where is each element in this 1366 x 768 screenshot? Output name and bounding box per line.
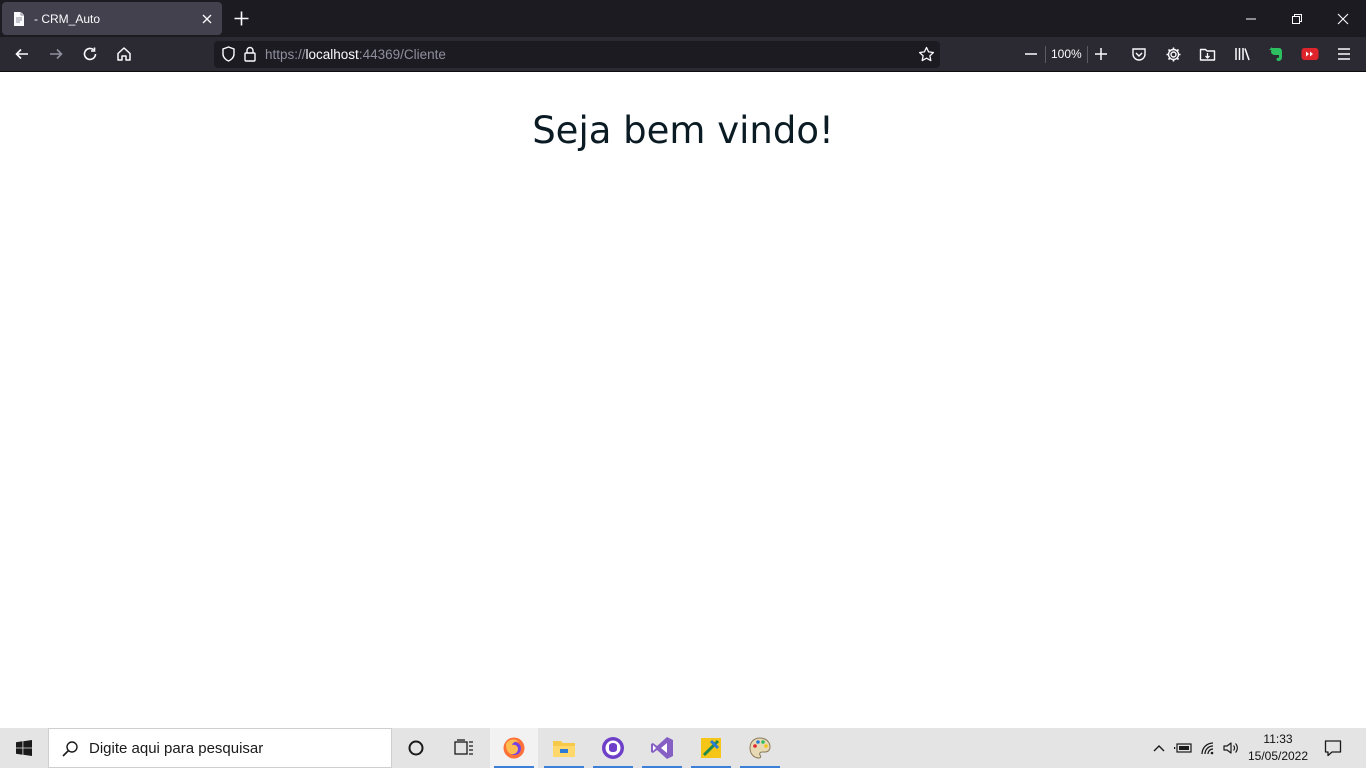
forward-arrow-icon bbox=[50, 48, 63, 60]
speaker-icon bbox=[1223, 742, 1238, 754]
navigation-toolbar: https://localhost:44369/Cliente 100% bbox=[0, 37, 1366, 72]
library-icon bbox=[1234, 48, 1250, 61]
notification-icon bbox=[1324, 740, 1342, 757]
page-icon bbox=[14, 12, 24, 26]
battery-button[interactable] bbox=[1172, 728, 1194, 768]
tab-title: - CRM_Auto bbox=[34, 12, 101, 26]
home-icon bbox=[117, 47, 131, 61]
zoom-divider bbox=[1045, 46, 1046, 63]
restore-button[interactable] bbox=[1274, 0, 1320, 37]
video-extension-icon bbox=[1301, 48, 1319, 60]
volume-button[interactable] bbox=[1220, 728, 1242, 768]
plus-icon[interactable] bbox=[233, 10, 250, 27]
minus-icon bbox=[1025, 53, 1037, 55]
settings-button[interactable] bbox=[1158, 37, 1188, 71]
zoom-level[interactable]: 100% bbox=[1051, 47, 1082, 61]
task-view-icon bbox=[454, 739, 473, 755]
paint-icon bbox=[749, 737, 771, 759]
clock-date: 15/05/2022 bbox=[1247, 749, 1309, 763]
minimize-icon bbox=[1246, 18, 1256, 19]
url-text[interactable]: https://localhost:44369/Cliente bbox=[265, 47, 446, 63]
pocket-icon bbox=[1132, 48, 1146, 61]
task-view-button[interactable] bbox=[440, 728, 488, 768]
taskbar-search-box[interactable]: Digite aqui para pesquisar bbox=[48, 728, 392, 768]
show-hidden-icons-button[interactable] bbox=[1148, 728, 1170, 768]
clock-time: 11:33 bbox=[1263, 732, 1293, 746]
page-content: Seja bem vindo! bbox=[0, 72, 1366, 728]
welcome-heading: Seja bem vindo! bbox=[532, 109, 834, 152]
taskbar-app-github-desktop[interactable] bbox=[589, 728, 637, 768]
hamburger-menu-icon bbox=[1338, 48, 1350, 60]
url-bar[interactable]: https://localhost:44369/Cliente bbox=[214, 41, 940, 68]
forward-button[interactable] bbox=[41, 37, 71, 71]
url-path: :44369/Cliente bbox=[358, 47, 446, 62]
windows-logo-icon bbox=[16, 740, 32, 756]
action-center-button[interactable] bbox=[1318, 728, 1348, 768]
firefox-icon bbox=[503, 737, 525, 759]
library-button[interactable] bbox=[1227, 37, 1257, 71]
taskbar-app-file-explorer[interactable] bbox=[540, 728, 588, 768]
file-explorer-icon bbox=[553, 741, 575, 757]
taskbar-app-tool[interactable] bbox=[687, 728, 735, 768]
url-host: localhost bbox=[305, 47, 359, 62]
search-placeholder: Digite aqui para pesquisar bbox=[89, 740, 264, 757]
taskbar-app-firefox[interactable] bbox=[490, 728, 538, 768]
pocket-button[interactable] bbox=[1124, 37, 1154, 71]
start-button[interactable] bbox=[0, 728, 48, 768]
tab-strip: - CRM_Auto bbox=[0, 0, 1366, 37]
taskbar-app-visual-studio[interactable] bbox=[638, 728, 686, 768]
minimize-button[interactable] bbox=[1228, 0, 1274, 37]
reload-icon bbox=[83, 47, 97, 61]
evernote-icon bbox=[1269, 47, 1282, 61]
evernote-button[interactable] bbox=[1261, 37, 1291, 71]
reload-button[interactable] bbox=[75, 37, 105, 71]
close-icon[interactable] bbox=[199, 11, 215, 27]
plus-icon bbox=[1095, 48, 1107, 60]
tab-crm-auto[interactable]: - CRM_Auto bbox=[2, 2, 222, 35]
taskbar: Digite aqui para pesquisar 11:33 15/05/2… bbox=[0, 728, 1366, 768]
menu-button[interactable] bbox=[1329, 37, 1359, 71]
zoom-out-button[interactable] bbox=[1016, 37, 1046, 71]
shield-icon[interactable] bbox=[221, 46, 236, 62]
app-icon bbox=[701, 738, 721, 758]
folder-icon bbox=[1199, 48, 1215, 61]
cortana-button[interactable] bbox=[392, 728, 440, 768]
wifi-icon bbox=[1201, 742, 1214, 755]
chevron-up-icon bbox=[1153, 745, 1165, 752]
url-scheme: https:// bbox=[265, 47, 306, 62]
network-button[interactable] bbox=[1197, 728, 1219, 768]
back-button[interactable] bbox=[7, 37, 37, 71]
home-button[interactable] bbox=[109, 37, 139, 71]
taskbar-app-paint[interactable] bbox=[736, 728, 784, 768]
close-window-button[interactable] bbox=[1320, 0, 1366, 37]
zoom-in-button[interactable] bbox=[1086, 37, 1116, 71]
video-extension-button[interactable] bbox=[1295, 37, 1325, 71]
system-clock[interactable]: 11:33 15/05/2022 bbox=[1243, 731, 1313, 765]
gear-icon bbox=[1166, 47, 1180, 61]
downloads-button[interactable] bbox=[1192, 37, 1222, 71]
back-arrow-icon bbox=[15, 48, 28, 60]
battery-icon bbox=[1174, 743, 1192, 753]
close-icon bbox=[1337, 13, 1349, 24]
restore-icon bbox=[1292, 13, 1302, 24]
cortana-icon bbox=[408, 740, 424, 756]
github-desktop-icon bbox=[602, 737, 624, 759]
search-icon bbox=[62, 741, 78, 757]
star-icon[interactable] bbox=[918, 46, 935, 63]
visual-studio-icon bbox=[651, 737, 673, 759]
lock-icon[interactable] bbox=[243, 46, 257, 62]
